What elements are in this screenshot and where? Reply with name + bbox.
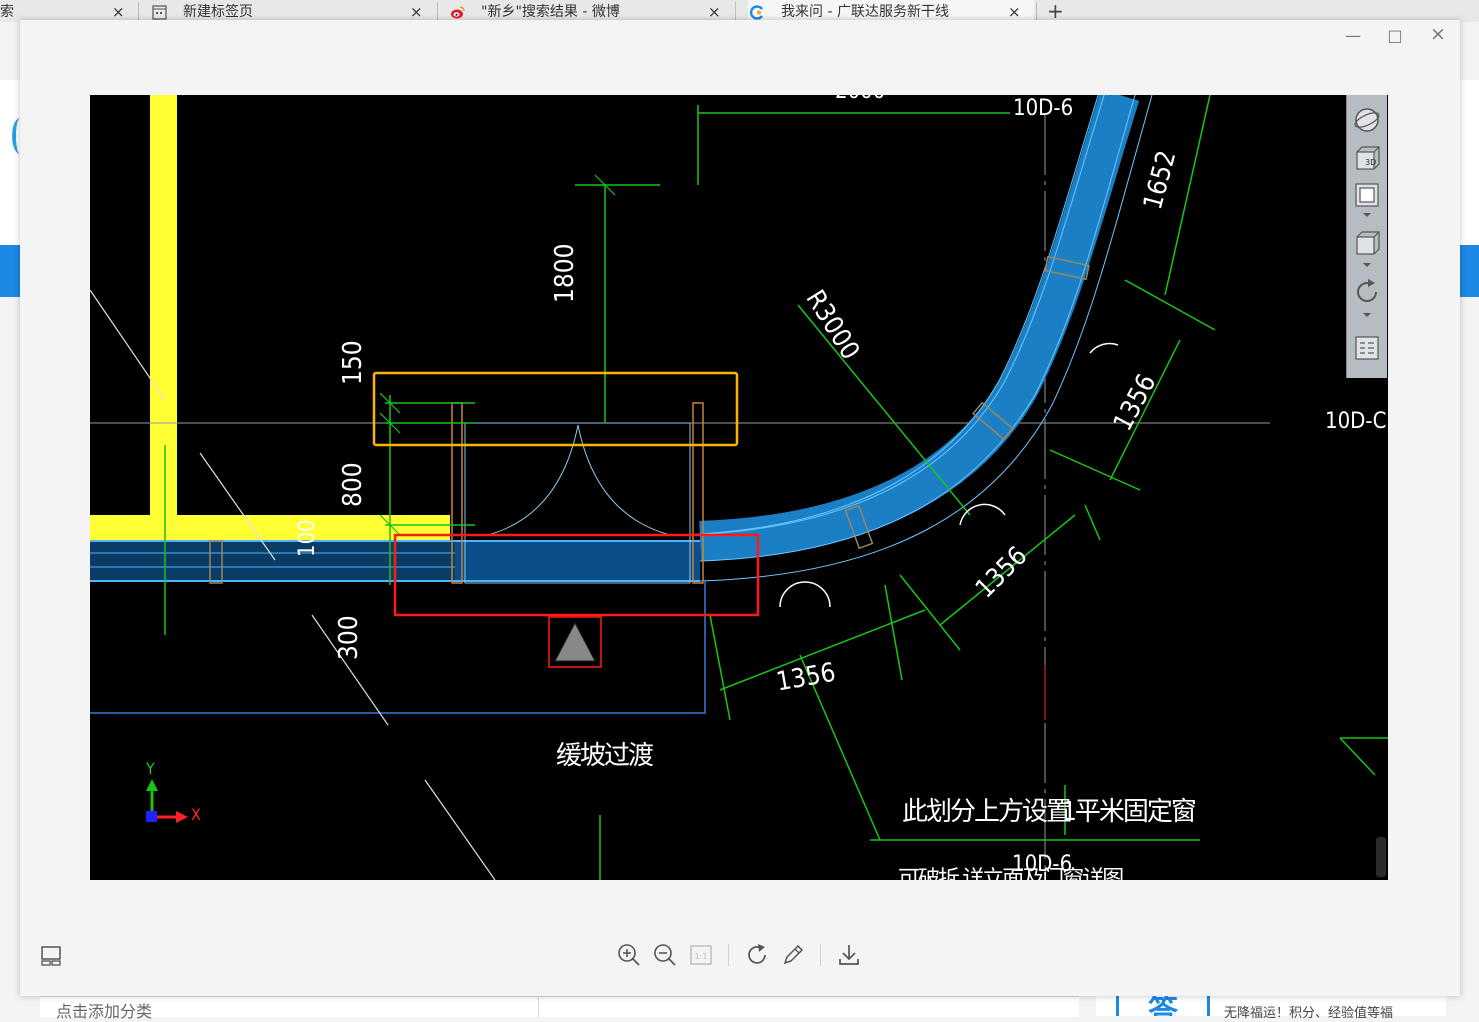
download-icon[interactable] [836,942,862,968]
ad-badge: 答 [1116,996,1210,1016]
zoom-in-icon[interactable] [616,942,642,968]
highlight-box-orange [372,371,739,447]
new-tab-button[interactable]: + [1047,0,1064,22]
weibo-icon [451,6,465,19]
dimension-100: 100 [295,519,320,557]
dimension-150: 150 [338,340,368,385]
background-panel [538,996,1079,1017]
grid-label-top: 10D-6 [1013,96,1074,121]
arc-symbol [959,503,1006,526]
actual-size-label: 1:1 [695,952,708,961]
toolbar-divider [820,944,821,966]
arc-symbol [779,581,831,608]
zoom-out-icon[interactable] [652,942,678,968]
grid-label-right: 10D-C [1325,409,1387,434]
background-nav-bar [0,245,20,297]
tab-search[interactable]: 索 × [0,0,136,22]
dimension-top-cut: 2000 [835,95,885,104]
tab-divider [1036,2,1037,20]
section-marker-triangle-icon [554,621,596,662]
dimension-ticks [379,174,616,536]
edit-pen-icon[interactable] [780,942,806,968]
view-3d-label: 3D [1365,158,1376,167]
page-icon [152,5,167,20]
image-viewer-modal: — □ × 10D-6 10D-C 10D-6 1800 150 800 100… [20,20,1460,996]
toolbar-divider [728,944,729,966]
slab-outline [90,581,706,714]
view-3d-icon[interactable]: 3D [1352,143,1382,173]
pipe-door-segment [455,541,700,581]
category-placeholder[interactable]: 点击添加分类 [56,998,152,1022]
tab-divider [735,2,736,20]
dimension-800: 800 [338,462,368,507]
browser-tab-strip: 索 × 新建标签页 × "新乡"搜索结果 - 微博 × 我来问 - 广联达服务新… [0,0,1479,22]
ad-text: 无降福运！积分、经验值等福 [1224,1006,1394,1021]
door-swing-arc [487,424,671,536]
note-bottom: 可破拆 详立面及门窗详图 [898,867,1124,880]
thumbnail-panel-icon[interactable] [38,942,64,968]
tab-label: 索 [0,4,14,20]
chevron-down-icon[interactable] [1363,313,1371,317]
cad-drawing-image[interactable]: 10D-6 10D-C 10D-6 2000 1800 150 800 100 … [90,95,1388,880]
layer-list-icon[interactable] [1352,333,1382,363]
note-upper: 此划分上方设置 [902,797,1072,827]
orbit-sphere-icon[interactable] [1352,105,1382,135]
wall-vertical [150,95,177,520]
tab-divider [138,2,139,20]
minimize-button[interactable]: — [1342,26,1364,45]
ucs-origin [146,811,157,822]
background-nav-bar [1460,245,1479,297]
ucs-x-label: X [191,805,201,824]
view-top-icon[interactable] [1352,180,1382,210]
dimension-300: 300 [334,615,364,660]
view-iso-icon[interactable] [1352,228,1382,258]
tab-new-tab-page[interactable]: 新建标签页 × [150,0,436,22]
chevron-down-icon[interactable] [1363,213,1371,217]
rotate-icon[interactable] [1352,277,1382,307]
tab-weibo[interactable]: "新乡"搜索结果 - 微博 × [448,0,734,22]
note-slope: 缓坡过渡 [556,741,654,771]
note-fixed-window: 1平米固定窗 [1062,797,1197,827]
tab-glodon-ask[interactable]: 我来问 - 广联达服务新干线 × [748,0,1034,22]
view-navigation-toolbar: 3D [1346,95,1387,378]
arc-symbol [1089,342,1119,354]
rotate-icon[interactable] [744,942,770,968]
drawing-scrollbar[interactable] [1376,837,1386,877]
chevron-down-icon[interactable] [1363,263,1371,267]
actual-size-icon[interactable]: 1:1 [688,942,714,968]
cad-drawing-graphics [90,95,1388,880]
maximize-button[interactable]: □ [1384,26,1406,45]
ucs-y-label: Y [146,759,155,778]
ucs-x-arrow [176,811,188,823]
ucs-y-arrow [146,779,158,791]
close-button[interactable]: × [1427,23,1449,45]
glodon-logo-icon [750,5,763,20]
dimension-1800: 1800 [550,243,580,303]
tab-divider [437,2,438,20]
